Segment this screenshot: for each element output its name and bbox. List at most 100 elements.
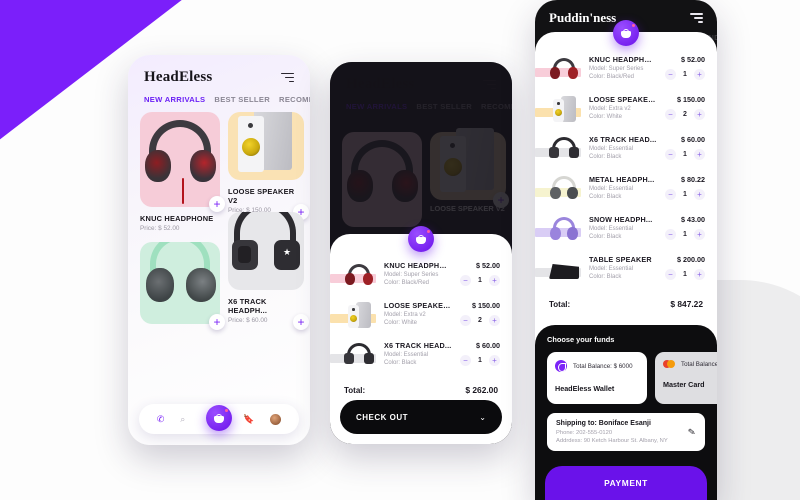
decrease-quantity-button[interactable]: − xyxy=(665,149,676,160)
cart-item-name: LOOSE SPEAKER V2 xyxy=(384,301,452,310)
shipping-address-card[interactable]: Shipping to: Boniface Esanji Phone: 202-… xyxy=(547,413,705,451)
table-row[interactable]: SNOW HEADPH... Model: Essential Color: B… xyxy=(535,210,705,250)
product-name-x6: X6 TRACK HEADPH... xyxy=(228,297,268,315)
increase-quantity-button[interactable]: + xyxy=(694,69,705,80)
decrease-quantity-button[interactable]: − xyxy=(460,355,471,366)
tab-best-seller[interactable]: BEST SELLER xyxy=(214,95,270,104)
pencil-icon[interactable]: ✎ xyxy=(688,426,697,438)
cart-badge-dot xyxy=(427,230,430,233)
cart-item-color: Color: White xyxy=(384,320,418,326)
cart-item-price: $ 150.00 xyxy=(677,95,705,104)
cart-item-thumbnail xyxy=(535,255,581,285)
increase-quantity-button[interactable]: + xyxy=(489,355,500,366)
cart-item-price: $ 52.00 xyxy=(681,55,705,64)
wallet-logo-icon xyxy=(555,360,567,372)
search-icon[interactable]: ⌕ xyxy=(180,414,185,425)
decrease-quantity-button[interactable]: − xyxy=(665,229,676,240)
table-row[interactable]: METAL HEADPH... Model: Essential Color: … xyxy=(535,170,705,210)
cart-items-list: KNUC HEADPHONE Model: Super Series Color… xyxy=(535,32,717,290)
increase-quantity-button[interactable]: + xyxy=(694,189,705,200)
add-to-cart-icon[interactable]: + xyxy=(209,314,225,330)
product-card-x6[interactable]: ★ + X6 TRACK HEADPH... Price: $ 60.00 xyxy=(228,212,309,330)
cart-item-info: X6 TRACK HEAD... Model: Essential Color:… xyxy=(384,341,452,366)
decrease-quantity-button[interactable]: − xyxy=(665,109,676,120)
decrease-quantity-button[interactable]: − xyxy=(665,269,676,280)
increase-quantity-button[interactable]: + xyxy=(694,269,705,280)
increase-quantity-button[interactable]: + xyxy=(489,315,500,326)
decrease-quantity-button[interactable]: − xyxy=(460,315,471,326)
tab-recommend[interactable]: RECOMMEND xyxy=(279,95,310,104)
cart-total-row: Total: $ 262.00 xyxy=(330,376,512,395)
increase-quantity-button[interactable]: + xyxy=(694,109,705,120)
cart-item-name: KNUC HEADPHONE xyxy=(384,261,452,270)
cart-item-controls: $ 52.00 − 1 + xyxy=(460,261,500,286)
cart-item-info: TABLE SPEAKER Model: Essential Color: Bl… xyxy=(589,255,657,280)
phone-screen-catalog: HeadEless NEW ARRIVALS BEST SELLER RECOM… xyxy=(128,55,310,445)
menu-icon[interactable] xyxy=(281,72,294,83)
fund-card-mastercard[interactable]: Total Balance: $ 2400 Master Card xyxy=(655,352,717,404)
app-brand-title-3: Puddin'ness xyxy=(549,10,617,25)
bookmark-icon[interactable]: 🔖 xyxy=(243,414,254,425)
quantity-value: 2 xyxy=(478,317,482,324)
cart-item-model: Model: Super Series xyxy=(384,272,439,278)
payment-button[interactable]: PAYMENT xyxy=(545,466,707,500)
cart-item-price: $ 80.22 xyxy=(681,175,705,184)
table-row[interactable]: X6 TRACK HEAD... Model: Essential Color:… xyxy=(535,130,705,170)
table-row[interactable]: KNUC HEADPHONE Model: Super Series Color… xyxy=(535,50,705,90)
product-card-knuc[interactable]: + KNUC HEADPHONE Price: $ 52.00 xyxy=(140,112,225,232)
cart-item-model: Model: Extra v2 xyxy=(589,106,631,112)
cart-item-price: $ 60.00 xyxy=(476,341,500,350)
cart-fab-button[interactable] xyxy=(408,226,434,252)
funds-card-list: Total Balance: $ 6000 HeadEless Wallet T… xyxy=(547,352,717,404)
basket-icon xyxy=(214,413,224,423)
cart-row[interactable]: KNUC HEADPHONE Model: Super Series Color… xyxy=(330,256,500,296)
cart-item-color: Color: Black xyxy=(589,234,622,240)
fund-card-wallet[interactable]: Total Balance: $ 6000 HeadEless Wallet xyxy=(547,352,647,404)
cart-item-info: LOOSE SPEAKER V2 Model: Extra v2 Color: … xyxy=(589,95,657,120)
add-to-cart-icon[interactable]: + xyxy=(293,314,309,330)
menu-icon[interactable] xyxy=(690,13,703,23)
cart-item-info: KNUC HEADPHONE Model: Super Series Color… xyxy=(384,261,452,286)
cart-item-color: Color: Black/Red xyxy=(589,74,635,80)
increase-quantity-button[interactable]: + xyxy=(694,229,705,240)
increase-quantity-button[interactable]: + xyxy=(489,275,500,286)
cart-fab-button[interactable] xyxy=(206,405,232,431)
table-row[interactable]: TABLE SPEAKER Model: Essential Color: Bl… xyxy=(535,250,705,290)
checkout-button[interactable]: CHECK OUT ⌄ xyxy=(340,400,502,434)
table-row[interactable]: LOOSE SPEAKER V2 Model: Extra v2 Color: … xyxy=(535,90,705,130)
cart-items-list: KNUC HEADPHONE Model: Super Series Color… xyxy=(330,234,512,376)
cart-row[interactable]: LOOSE SPEAKER V2 Model: Extra v2 Color: … xyxy=(330,296,500,336)
cart-item-info: LOOSE SPEAKER V2 Model: Extra v2 Color: … xyxy=(384,301,452,326)
product-name-speaker: LOOSE SPEAKER V2 xyxy=(228,187,295,205)
add-to-cart-icon[interactable]: + xyxy=(209,196,225,212)
decrease-quantity-button[interactable]: − xyxy=(665,69,676,80)
cart-fab-button[interactable] xyxy=(613,20,639,46)
shipping-details: Shipping to: Boniface Esanji Phone: 202-… xyxy=(556,420,668,444)
tab-new-arrivals[interactable]: NEW ARRIVALS xyxy=(144,95,205,104)
product-card-green[interactable]: + xyxy=(140,242,225,330)
cart-row[interactable]: X6 TRACK HEAD... Model: Essential Color:… xyxy=(330,336,500,376)
product-grid: + KNUC HEADPHONE Price: $ 52.00 + LOOSE … xyxy=(128,104,310,330)
cart-item-model: Model: Essential xyxy=(589,226,634,232)
cart-item-info: KNUC HEADPHONE Model: Super Series Color… xyxy=(589,55,657,80)
shipping-phone: Phone: 202-555-0120 xyxy=(556,429,613,436)
fund-card-header: Total Balance: $ 6000 xyxy=(555,360,639,372)
increase-quantity-button[interactable]: + xyxy=(694,149,705,160)
quantity-value: 1 xyxy=(683,271,687,278)
home-icon[interactable]: ✆ xyxy=(157,414,165,425)
avatar[interactable] xyxy=(270,413,282,425)
quantity-stepper: − 2 + xyxy=(460,315,500,326)
fund-card-header: Total Balance: $ 2400 xyxy=(663,360,717,368)
cart-badge-dot xyxy=(632,24,635,27)
decrease-quantity-button[interactable]: − xyxy=(665,189,676,200)
total-label: Total: xyxy=(344,385,366,395)
total-value: $ 262.00 xyxy=(465,385,498,395)
cart-item-color: Color: Black xyxy=(589,154,622,160)
cart-badge-dot xyxy=(225,409,228,412)
decrease-quantity-button[interactable]: − xyxy=(460,275,471,286)
cart-item-name: TABLE SPEAKER xyxy=(589,255,652,264)
quantity-stepper: − 1 + xyxy=(665,269,705,280)
quantity-value: 1 xyxy=(683,231,687,238)
product-card-speaker[interactable]: + LOOSE SPEAKER V2 Price: $ 150.00 xyxy=(228,112,309,220)
cart-item-name: LOOSE SPEAKER V2 xyxy=(589,95,657,104)
